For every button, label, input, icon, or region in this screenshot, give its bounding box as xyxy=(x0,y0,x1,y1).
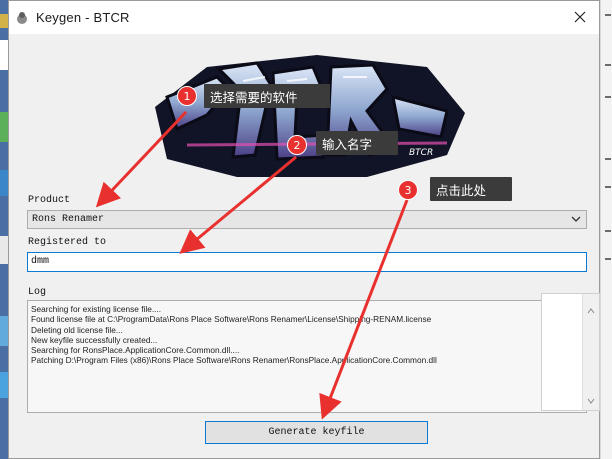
log-line: Searching for existing license file.... xyxy=(31,304,162,314)
registered-to-value: dmm xyxy=(31,256,50,267)
btcr-graffiti-logo: BTCR xyxy=(155,55,465,177)
generate-keyfile-label: Generate keyfile xyxy=(268,427,365,438)
chevron-down-icon xyxy=(571,216,581,222)
log-lines: Searching for existing license file.... F… xyxy=(31,304,437,366)
annotation-badge-2: 2 xyxy=(287,135,307,155)
annotation-callout-1: 选择需要的软件 xyxy=(204,84,330,108)
log-line: Found license file at C:\ProgramData\Ron… xyxy=(31,314,432,325)
scroll-up-icon[interactable] xyxy=(587,308,595,314)
product-label: Product xyxy=(28,195,71,206)
generate-keyfile-button[interactable]: Generate keyfile xyxy=(205,421,428,444)
keygen-window: Keygen - BTCR BTCR Product Rons Renamer … xyxy=(8,0,600,459)
product-selected-value: Rons Renamer xyxy=(32,214,105,225)
log-line: Searching for RonsPlace.ApplicationCore.… xyxy=(31,345,240,356)
annotation-badge-1: 1 xyxy=(177,86,197,106)
btcr-tag: BTCR xyxy=(409,148,433,158)
close-button[interactable] xyxy=(567,5,593,29)
registered-to-label: Registered to xyxy=(28,237,107,248)
log-line: Deleting old license file... xyxy=(31,324,123,335)
log-line: Patching D:\Program Files (x86)\Rons Pla… xyxy=(31,355,437,366)
scroll-down-icon[interactable] xyxy=(587,398,595,404)
desktop-right-edge xyxy=(600,0,612,459)
title-bar: Keygen - BTCR xyxy=(9,1,599,34)
window-title: Keygen - BTCR xyxy=(36,10,130,25)
panel-scrollbar[interactable] xyxy=(582,294,599,410)
annotation-badge-3: 3 xyxy=(398,180,418,200)
product-dropdown[interactable]: Rons Renamer xyxy=(27,210,587,229)
app-icon xyxy=(15,10,29,24)
log-line: New keyfile successfully created... xyxy=(31,334,158,345)
annotation-callout-3: 点击此处 xyxy=(430,177,512,201)
log-label: Log xyxy=(28,287,47,298)
registered-to-input[interactable]: dmm xyxy=(27,252,587,272)
background-panel xyxy=(541,293,600,411)
log-textbox[interactable]: Searching for existing license file.... F… xyxy=(27,300,587,413)
annotation-callout-2: 输入名字 xyxy=(316,131,398,155)
close-icon xyxy=(574,11,586,23)
